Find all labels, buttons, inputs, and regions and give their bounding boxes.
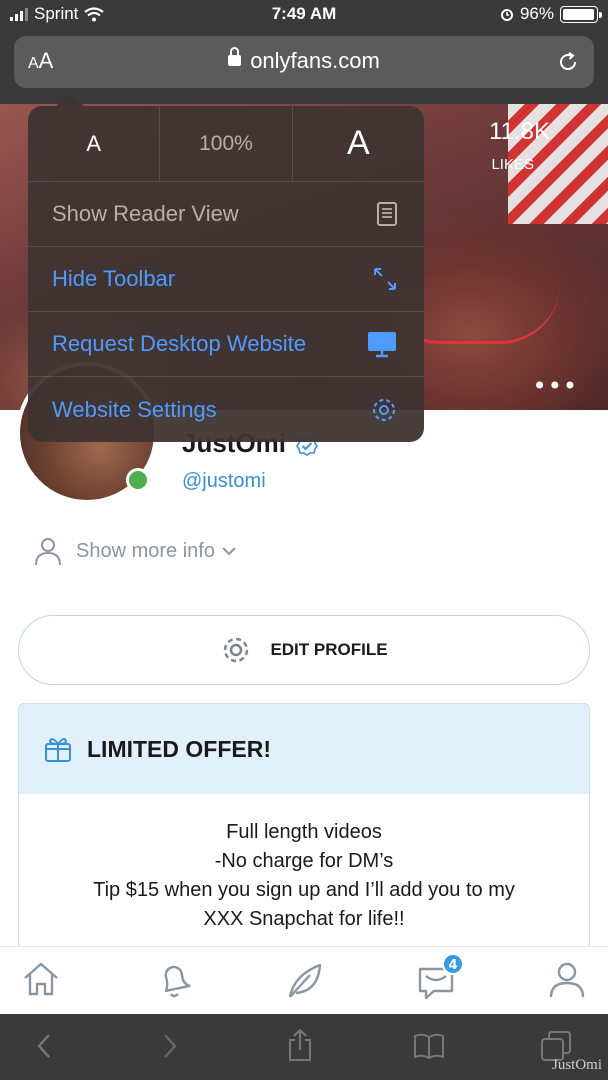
- menu-item-label: Show Reader View: [52, 201, 239, 226]
- home-icon[interactable]: [22, 961, 60, 997]
- offer-line: -No charge for DM’s: [214, 850, 394, 872]
- messages-count-badge: 4: [442, 953, 464, 975]
- menu-item-label: Website Settings: [52, 396, 217, 422]
- safari-address-area: AA onlyfans.com: [0, 30, 608, 104]
- menu-item-label: Request Desktop Website: [52, 331, 306, 356]
- offer-line: Tip $15 when you sign up and I’ll add yo…: [93, 879, 515, 901]
- edit-profile-button[interactable]: EDIT PROFILE: [18, 615, 590, 685]
- zoom-controls: A 100% A: [28, 106, 424, 182]
- person-icon: [35, 538, 61, 566]
- bookmarks-icon[interactable]: [412, 1032, 446, 1060]
- menu-item-label: Hide Toolbar: [52, 266, 176, 291]
- alarm-icon: [500, 9, 513, 21]
- gear-icon: [224, 637, 249, 663]
- offer-description: Full length videos -No charge for DM’s T…: [19, 794, 589, 934]
- profile-icon[interactable]: [548, 961, 586, 999]
- likes-label: LIKES: [491, 156, 534, 173]
- share-icon[interactable]: [286, 1028, 314, 1062]
- desktop-icon: [368, 332, 396, 358]
- battery-percent: 96%: [519, 4, 554, 23]
- menu-item-hide-toolbar[interactable]: Hide Toolbar: [28, 247, 424, 312]
- messages-button[interactable]: 4: [416, 953, 464, 1001]
- forward-icon[interactable]: [160, 1032, 180, 1060]
- back-icon[interactable]: [34, 1032, 54, 1060]
- edit-profile-label: EDIT PROFILE: [270, 640, 388, 659]
- safari-toolbar: JustOmi: [0, 1014, 608, 1080]
- menu-item-website-settings[interactable]: Website Settings: [28, 377, 424, 442]
- leaf-icon[interactable]: [284, 961, 324, 1001]
- battery-icon: [560, 5, 602, 23]
- decrease-text-size-button[interactable]: A: [28, 106, 159, 181]
- reload-icon[interactable]: [556, 50, 580, 74]
- increase-text-size-button[interactable]: A: [291, 106, 424, 181]
- bell-icon[interactable]: [154, 961, 194, 1001]
- gift-icon: [45, 738, 71, 762]
- chevron-down-icon: [222, 547, 236, 556]
- show-more-info-label: Show more info: [76, 539, 215, 562]
- page-settings-popover: A 100% A Show Reader View Hide Toolbar R…: [28, 94, 424, 442]
- address-bar[interactable]: AA onlyfans.com: [14, 36, 594, 88]
- bottom-navigation: 4: [0, 946, 608, 1014]
- online-status-dot: [126, 468, 150, 492]
- menu-item-request-desktop-website[interactable]: Request Desktop Website: [28, 312, 424, 377]
- zoom-level-button[interactable]: 100%: [159, 106, 291, 181]
- domain-label: onlyfans.com: [250, 48, 380, 73]
- profile-handle[interactable]: @justomi: [182, 470, 266, 493]
- gear-icon: [372, 398, 396, 421]
- menu-item-show-reader-view[interactable]: Show Reader View: [28, 182, 424, 247]
- offer-header: LIMITED OFFER!: [19, 704, 589, 794]
- url-display[interactable]: onlyfans.com: [14, 46, 594, 74]
- offer-line: Full length videos: [226, 821, 382, 843]
- offer-title: LIMITED OFFER!: [87, 735, 271, 762]
- limited-offer-card: LIMITED OFFER! Full length videos -No ch…: [18, 703, 590, 963]
- reader-icon: [377, 202, 397, 226]
- more-options-icon[interactable]: •••: [533, 372, 578, 400]
- show-more-info-toggle[interactable]: Show more info: [34, 536, 237, 566]
- expand-arrows-icon: [374, 268, 396, 290]
- status-bar: Sprint 7:49 AM 96%: [0, 0, 608, 30]
- watermark-text: JustOmi: [551, 1057, 602, 1073]
- likes-count: 11.8K: [489, 118, 550, 145]
- offer-line: XXX Snapchat for life!!: [203, 908, 405, 930]
- lock-icon: [228, 46, 242, 66]
